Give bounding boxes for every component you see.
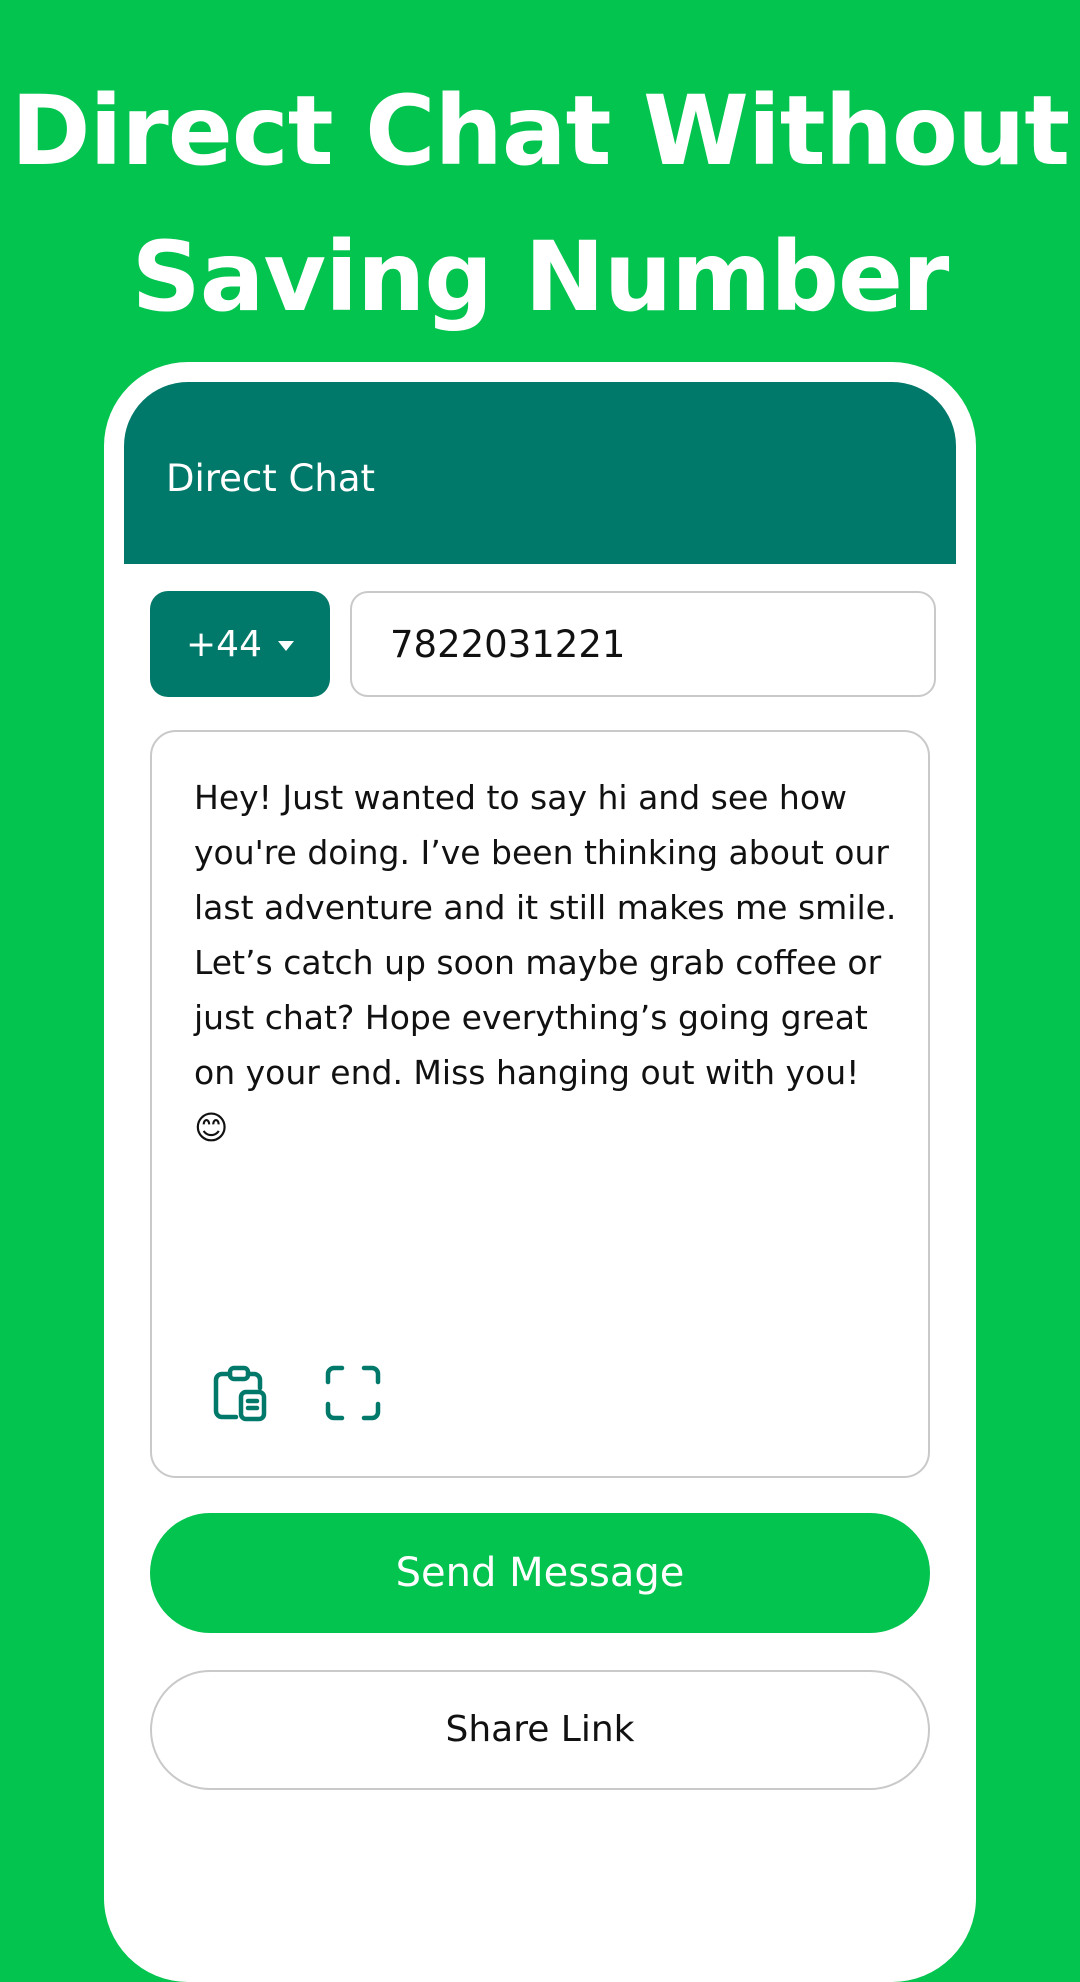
promo-headline: Direct Chat Without Saving Number bbox=[0, 58, 1080, 350]
country-code-selector[interactable]: +44 bbox=[150, 591, 330, 697]
message-input[interactable]: Hey! Just wanted to say hi and see how y… bbox=[150, 730, 930, 1478]
headline-line-2: Saving Number bbox=[131, 221, 950, 333]
phone-mockup: Direct Chat +44 7822031221 Hey! Just wan… bbox=[104, 362, 976, 1982]
country-code-label: +44 bbox=[186, 623, 262, 665]
scan-frame-icon[interactable] bbox=[322, 1362, 384, 1424]
send-message-button[interactable]: Send Message bbox=[150, 1513, 930, 1633]
app-bar-title: Direct Chat bbox=[166, 457, 376, 500]
headline-line-1: Direct Chat Without bbox=[10, 75, 1070, 187]
app-bar: Direct Chat bbox=[124, 382, 956, 564]
clipboard-icon[interactable] bbox=[210, 1362, 272, 1424]
chevron-down-icon bbox=[277, 641, 294, 651]
phone-number-input[interactable]: 7822031221 bbox=[350, 591, 936, 697]
message-text: Hey! Just wanted to say hi and see how y… bbox=[194, 778, 897, 1147]
phone-number-value: 7822031221 bbox=[390, 623, 626, 666]
share-link-button[interactable]: Share Link bbox=[150, 1670, 930, 1790]
